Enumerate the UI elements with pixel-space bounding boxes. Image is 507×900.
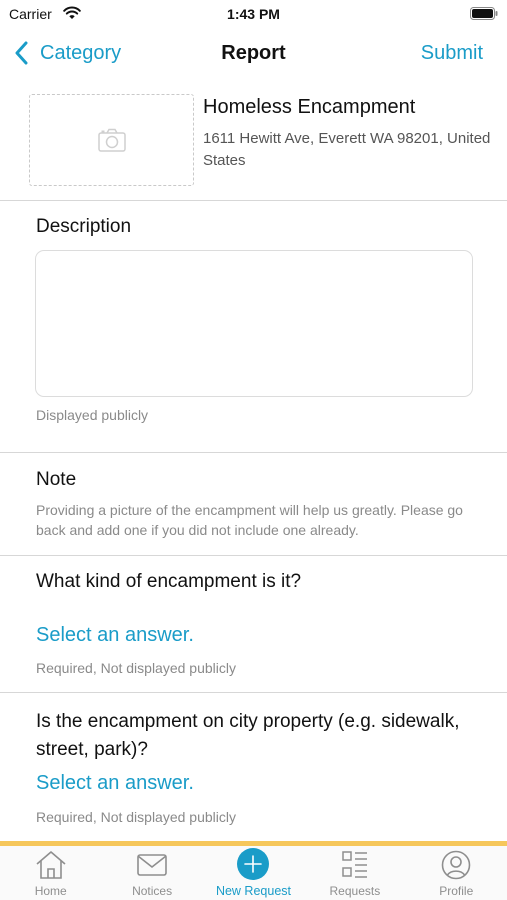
tab-new-request[interactable]: New Request xyxy=(203,846,304,900)
select-answer-button[interactable]: Select an answer. xyxy=(36,624,194,647)
add-photo-button[interactable] xyxy=(29,94,194,186)
tab-label: Requests xyxy=(329,884,381,898)
submit-button[interactable]: Submit xyxy=(421,42,483,65)
question-hint: Required, Not displayed publicly xyxy=(36,660,236,676)
tab-label: Notices xyxy=(132,884,173,898)
note-label: Note xyxy=(36,469,77,490)
plus-circle-icon xyxy=(237,848,270,880)
note-text: Providing a picture of the encampment wi… xyxy=(36,502,463,538)
tab-label: Profile xyxy=(439,884,474,898)
divider xyxy=(0,692,507,693)
tab-requests[interactable]: Requests xyxy=(304,846,405,900)
home-icon xyxy=(36,851,66,879)
navigation-bar: Category Report Submit xyxy=(0,28,507,76)
divider xyxy=(0,555,507,556)
description-label: Description xyxy=(36,216,132,237)
battery-icon xyxy=(470,7,498,20)
camera-icon xyxy=(97,128,126,152)
description-hint: Displayed publicly xyxy=(36,407,149,423)
question-hint: Required, Not displayed publicly xyxy=(36,809,236,825)
report-header: Homeless Encampment 1611 Hewitt Ave, Eve… xyxy=(0,86,507,200)
divider xyxy=(0,452,507,453)
select-answer-button[interactable]: Select an answer. xyxy=(36,772,194,795)
person-circle-icon xyxy=(441,850,471,880)
tab-profile[interactable]: Profile xyxy=(406,846,507,900)
question-label: Is the encampment on city property (e.g.… xyxy=(36,711,460,760)
mail-icon xyxy=(137,854,167,876)
tab-label: Home xyxy=(34,884,67,898)
list-icon xyxy=(342,851,367,878)
status-time: 1:43 PM xyxy=(227,6,280,22)
address-text: 1611 Hewitt Ave, Everett WA 98201, Unite… xyxy=(203,130,491,169)
tab-bar: Home Notices New Request Requests Profil… xyxy=(0,846,507,900)
status-bar: Carrier 1:43 PM xyxy=(0,0,507,28)
question-label: What kind of encampment is it? xyxy=(36,571,302,592)
category-title: Homeless Encampment xyxy=(203,96,416,118)
description-input[interactable] xyxy=(35,250,473,397)
divider xyxy=(0,200,507,201)
tab-notices[interactable]: Notices xyxy=(101,846,202,900)
tab-label: New Request xyxy=(215,884,291,898)
tab-home[interactable]: Home xyxy=(0,846,101,900)
